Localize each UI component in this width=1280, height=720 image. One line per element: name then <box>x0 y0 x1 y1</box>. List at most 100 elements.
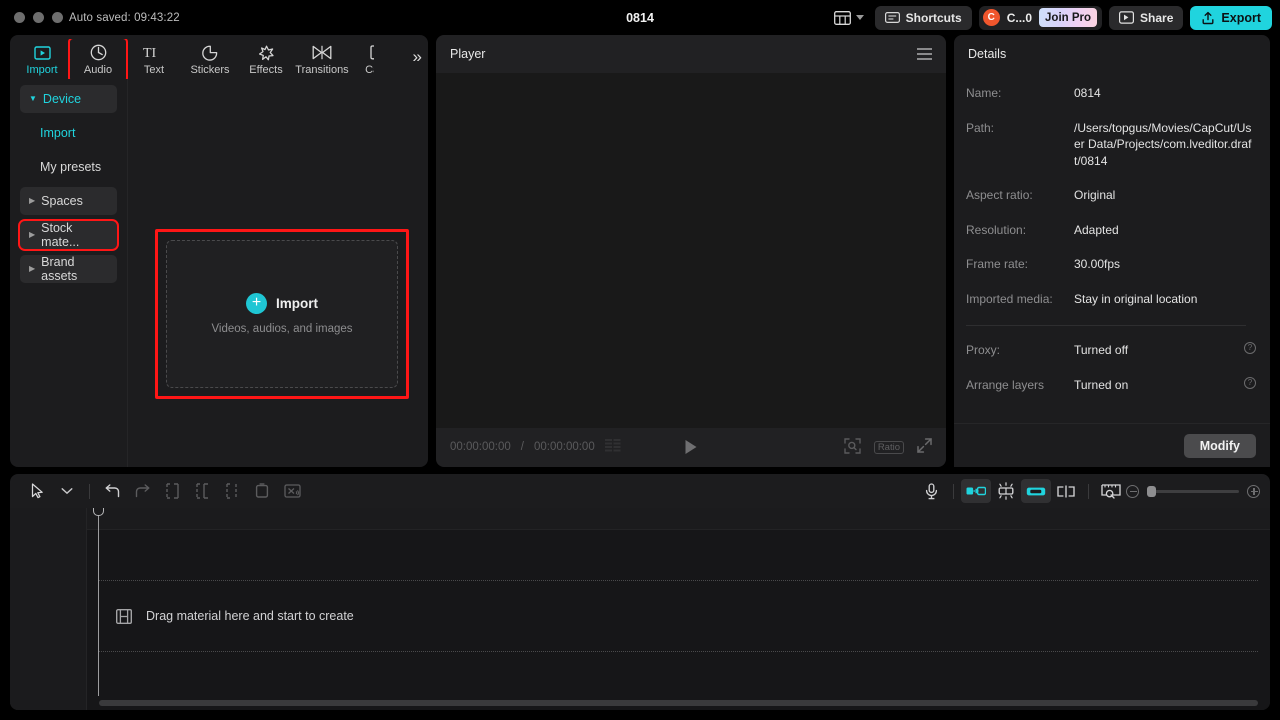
project-name: 0814 <box>626 11 654 25</box>
toolbar-divider <box>89 484 90 499</box>
tab-stickers[interactable]: Stickers <box>182 39 238 79</box>
zoom-slider[interactable] <box>1147 490 1239 493</box>
undo-icon[interactable] <box>97 479 127 503</box>
magnet-snap-icon[interactable] <box>961 479 991 503</box>
sidebar-item-spaces[interactable]: ▶ Spaces <box>20 187 117 215</box>
detail-value: Original <box>1074 187 1256 204</box>
window-controls[interactable] <box>14 12 63 23</box>
shortcuts-label: Shortcuts <box>906 11 962 25</box>
player-controls: 00:00:00:00 / 00:00:00:00 <box>436 428 946 466</box>
effects-star-icon <box>258 44 275 61</box>
details-footer: Modify <box>954 423 1270 467</box>
export-button[interactable]: Export <box>1190 6 1272 30</box>
cursor-arrow-icon[interactable] <box>22 479 52 503</box>
minimize-window-button[interactable] <box>33 12 44 23</box>
play-icon[interactable] <box>686 440 697 454</box>
help-circle-icon[interactable]: ? <box>1244 377 1256 389</box>
hamburger-menu-icon[interactable] <box>917 48 932 60</box>
tab-effects[interactable]: Effects <box>238 39 294 79</box>
crop-zoom-icon[interactable] <box>844 438 861 457</box>
player-panel: Player 00:00:00:00 / 00:00:00:00 <box>436 35 946 467</box>
sidebar-item-stock-materials[interactable]: ▶ Stock mate... <box>20 221 117 249</box>
player-right-controls: Ratio <box>844 438 932 457</box>
layout-icon <box>834 11 851 25</box>
zoom-in-icon[interactable] <box>1247 485 1260 498</box>
ratio-button[interactable]: Ratio <box>874 441 904 454</box>
join-pro-badge[interactable]: Join Pro <box>1039 8 1097 27</box>
detail-row-aspect-ratio: Aspect ratio: Original <box>966 187 1256 204</box>
detail-value: Adapted <box>1074 222 1256 239</box>
shortcuts-button[interactable]: Shortcuts <box>875 6 972 30</box>
details-header: Details <box>954 35 1270 73</box>
trim-left-icon[interactable] <box>187 479 217 503</box>
maximize-window-button[interactable] <box>52 12 63 23</box>
sticker-icon <box>202 44 218 61</box>
share-button[interactable]: Share <box>1109 6 1183 30</box>
sidebar-item-my-presets[interactable]: My presets <box>20 153 117 181</box>
timeline-area[interactable]: Drag material here and start to create <box>10 508 1270 710</box>
split-icon[interactable] <box>157 479 187 503</box>
timeline-empty-message: Drag material here and start to create <box>146 609 354 623</box>
microphone-icon[interactable] <box>916 479 946 503</box>
trim-right-icon[interactable] <box>217 479 247 503</box>
trash-icon[interactable] <box>247 479 277 503</box>
tab-captions[interactable]: Capti <box>350 39 374 79</box>
tab-stickers-label: Stickers <box>190 64 229 76</box>
timeline-track-headers <box>10 508 87 710</box>
timeline-empty-track[interactable]: Drag material here and start to create <box>99 580 1258 652</box>
tab-audio[interactable]: Audio <box>70 39 126 79</box>
details-panel: Details Name: 0814 Path: /Users/topgus/M… <box>954 35 1270 467</box>
zoom-out-icon[interactable] <box>1126 485 1139 498</box>
detail-key: Aspect ratio: <box>966 187 1074 204</box>
share-label: Share <box>1140 11 1173 25</box>
zoom-slider-handle[interactable] <box>1147 486 1156 497</box>
quality-bars-icon[interactable] <box>605 439 621 455</box>
audio-separate-icon[interactable] <box>277 479 307 503</box>
timeline-tracks[interactable]: Drag material here and start to create <box>87 508 1270 696</box>
tab-transitions[interactable]: Transitions <box>294 39 350 79</box>
help-circle-icon[interactable]: ? <box>1244 342 1256 354</box>
account-button[interactable]: C C...0 Join Pro <box>979 6 1102 30</box>
fit-to-window-icon[interactable] <box>1096 479 1126 503</box>
close-window-button[interactable] <box>14 12 25 23</box>
chevron-down-icon[interactable] <box>52 479 82 503</box>
detail-row-imported-media: Imported media: Stay in original locatio… <box>966 291 1256 308</box>
chevron-double-right-icon[interactable]: » <box>410 47 425 67</box>
tab-import[interactable]: Import <box>14 39 70 79</box>
playhead-handle[interactable] <box>93 508 104 516</box>
audio-note-icon <box>90 44 107 61</box>
detail-row-arrange-layers: Arrange layers Turned on ? <box>966 377 1256 394</box>
player-title: Player <box>450 47 485 61</box>
triangle-right-icon: ▶ <box>29 265 35 273</box>
detail-key: Imported media: <box>966 291 1074 308</box>
import-dropzone[interactable]: + Import Videos, audios, and images <box>166 240 398 388</box>
detail-value: 30.00fps <box>1074 256 1256 273</box>
detail-value: Turned off <box>1074 342 1244 359</box>
details-title: Details <box>968 47 1006 61</box>
title-bar: Auto saved: 09:43:22 0814 <box>0 0 1280 35</box>
transitions-icon <box>312 44 332 61</box>
detail-row-proxy: Proxy: Turned off ? <box>966 342 1256 359</box>
timeline-horizontal-scrollbar[interactable] <box>99 700 1258 706</box>
mirror-split-icon[interactable] <box>1051 479 1081 503</box>
tab-text[interactable]: TI Text <box>126 39 182 79</box>
modify-button[interactable]: Modify <box>1184 434 1256 458</box>
sidebar-item-import[interactable]: Import <box>20 119 117 147</box>
timeline-panel: Drag material here and start to create <box>10 474 1270 710</box>
link-clip-icon[interactable] <box>1021 479 1051 503</box>
triangle-right-icon: ▶ <box>29 231 35 239</box>
redo-icon[interactable] <box>127 479 157 503</box>
layout-switch-button[interactable] <box>830 7 868 29</box>
sidebar-item-device[interactable]: ▼ Device <box>20 85 117 113</box>
tab-text-label: Text <box>144 64 164 76</box>
detail-value: Stay in original location <box>1074 291 1256 308</box>
sidebar-item-brand-assets[interactable]: ▶ Brand assets <box>20 255 117 283</box>
autosave-status: Auto saved: 09:43:22 <box>69 12 180 24</box>
sidebar-item-import-label: Import <box>40 126 75 140</box>
export-label: Export <box>1221 11 1261 25</box>
player-canvas[interactable] <box>436 73 946 428</box>
tab-audio-label: Audio <box>84 64 112 76</box>
brightness-icon[interactable] <box>991 479 1021 503</box>
tab-effects-label: Effects <box>249 64 282 76</box>
fullscreen-icon[interactable] <box>917 438 932 456</box>
